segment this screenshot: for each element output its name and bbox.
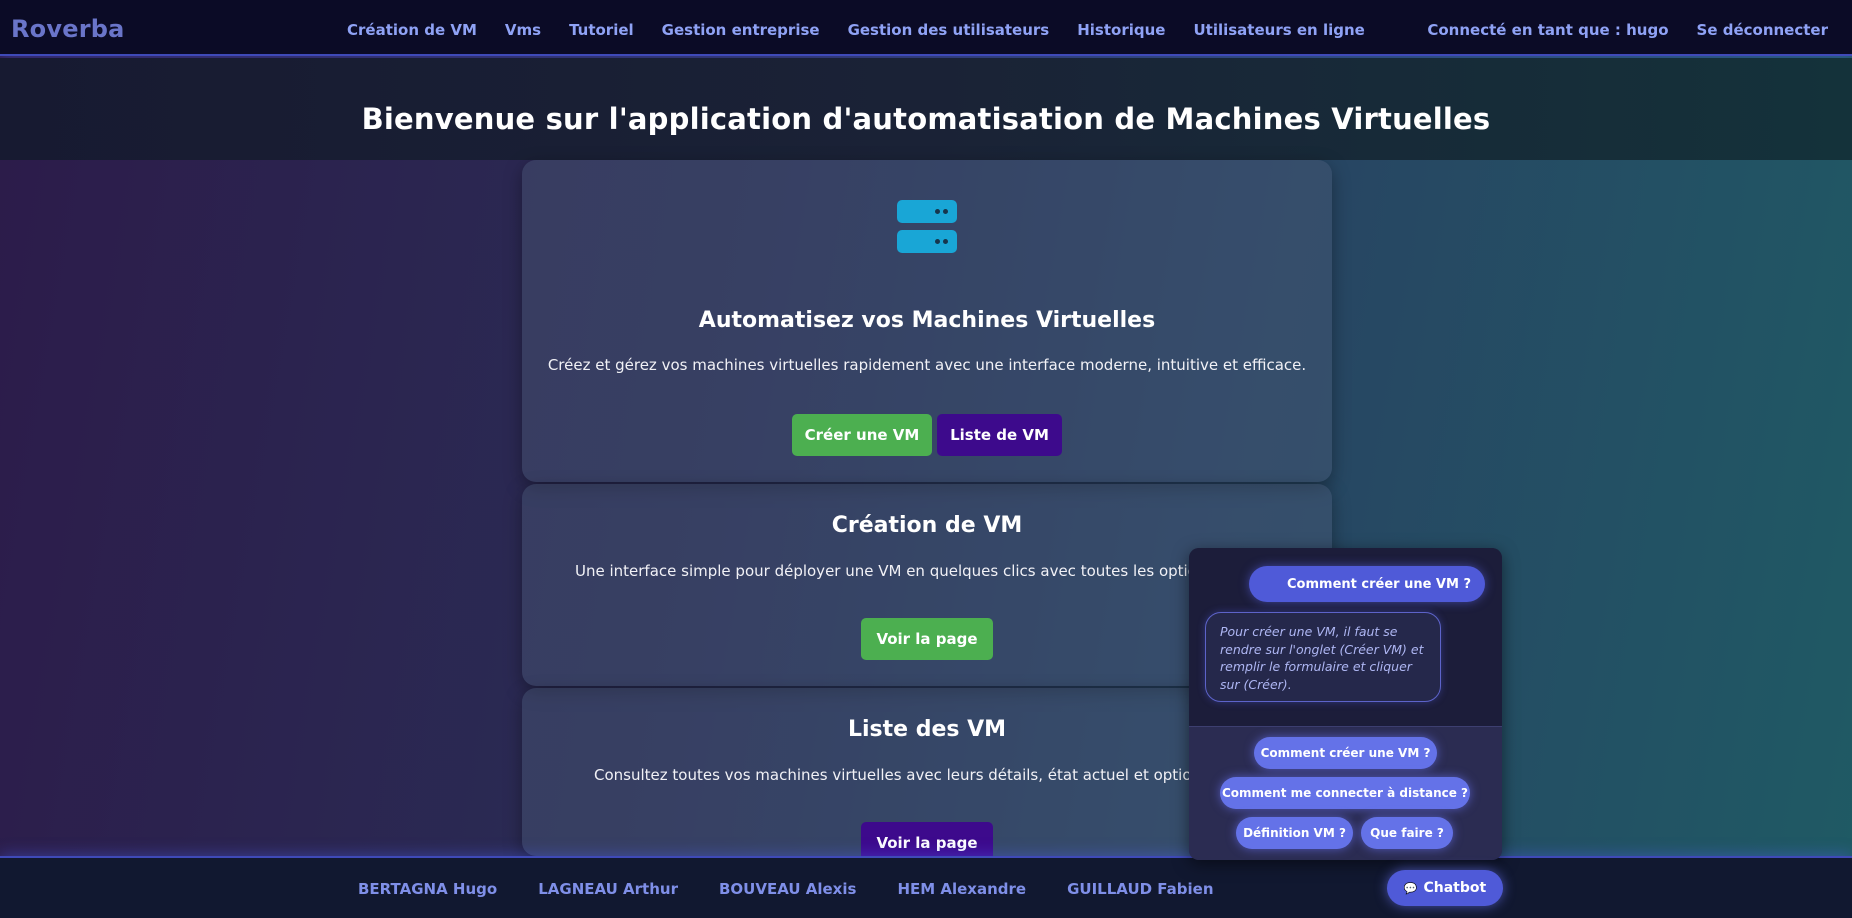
card-title: Création de VM bbox=[831, 513, 1023, 538]
nav-links: Création de VM Vms Tutoriel Gestion entr… bbox=[347, 21, 1393, 39]
bot-message: Pour créer une VM, il faut se rendre sur… bbox=[1205, 612, 1441, 702]
nav-link-vms[interactable]: Vms bbox=[505, 21, 541, 39]
suggestion-remote-connect[interactable]: Comment me connecter à distance ? bbox=[1220, 777, 1470, 809]
feature-card-main: Automatisez vos Machines Virtuelles Crée… bbox=[522, 160, 1332, 482]
logged-in-user: Connecté en tant que : hugo bbox=[1427, 21, 1669, 39]
nav-link-tutoriel[interactable]: Tutoriel bbox=[569, 21, 634, 39]
footer-name: BOUVEAU Alexis bbox=[718, 880, 857, 898]
chat-messages: Comment créer une VM ? Pour créer une VM… bbox=[1189, 548, 1502, 726]
suggestion-create-vm[interactable]: Comment créer une VM ? bbox=[1254, 737, 1437, 769]
footer-name: LAGNEAU Arthur bbox=[538, 880, 678, 898]
vm-list-button[interactable]: Liste de VM bbox=[937, 414, 1062, 456]
nav-link-utilisateurs-en-ligne[interactable]: Utilisateurs en ligne bbox=[1193, 21, 1364, 39]
suggestion-definition-vm[interactable]: Définition VM ? bbox=[1236, 817, 1353, 849]
chat-suggestions: Comment créer une VM ? Comment me connec… bbox=[1189, 726, 1502, 860]
card-title: Automatisez vos Machines Virtuelles bbox=[698, 308, 1156, 333]
logout-link[interactable]: Se déconnecter bbox=[1697, 21, 1828, 39]
brand-logo[interactable]: Roverba bbox=[11, 15, 125, 43]
chatbot-toggle-button[interactable]: 💬 Chatbot bbox=[1387, 870, 1503, 906]
footer-name: GUILLAUD Fabien bbox=[1067, 880, 1214, 898]
create-vm-button[interactable]: Créer une VM bbox=[792, 414, 932, 456]
footer-name: HEM Alexandre bbox=[897, 880, 1027, 898]
server-icon bbox=[897, 200, 957, 254]
nav-link-gestion-entreprise[interactable]: Gestion entreprise bbox=[662, 21, 820, 39]
user-message: Comment créer une VM ? bbox=[1249, 566, 1485, 602]
creation-view-page-button[interactable]: Voir la page bbox=[861, 618, 993, 660]
nav-link-creation-vm[interactable]: Création de VM bbox=[347, 21, 477, 39]
navbar: Roverba Création de VM Vms Tutoriel Gest… bbox=[0, 0, 1852, 56]
page-title: Bienvenue sur l'application d'automatisa… bbox=[361, 102, 1491, 136]
hero-banner: Bienvenue sur l'application d'automatisa… bbox=[0, 58, 1852, 160]
suggestion-que-faire[interactable]: Que faire ? bbox=[1361, 817, 1453, 849]
nav-user-area: Connecté en tant que : hugo Se déconnect… bbox=[1399, 21, 1828, 39]
chatbot-panel: Comment créer une VM ? Pour créer une VM… bbox=[1189, 548, 1502, 860]
nav-link-gestion-utilisateurs[interactable]: Gestion des utilisateurs bbox=[848, 21, 1050, 39]
footer-credits: BERTAGNA Hugo LAGNEAU Arthur BOUVEAU Ale… bbox=[358, 880, 1255, 898]
card-description: Créez et gérez vos machines virtuelles r… bbox=[547, 356, 1307, 374]
footer-name: BERTAGNA Hugo bbox=[358, 880, 498, 898]
chatbot-toggle-label: Chatbot bbox=[1423, 880, 1487, 896]
nav-link-historique[interactable]: Historique bbox=[1077, 21, 1165, 39]
footer: BERTAGNA Hugo LAGNEAU Arthur BOUVEAU Ale… bbox=[0, 856, 1852, 918]
chat-bubble-icon: 💬 bbox=[1403, 881, 1418, 895]
